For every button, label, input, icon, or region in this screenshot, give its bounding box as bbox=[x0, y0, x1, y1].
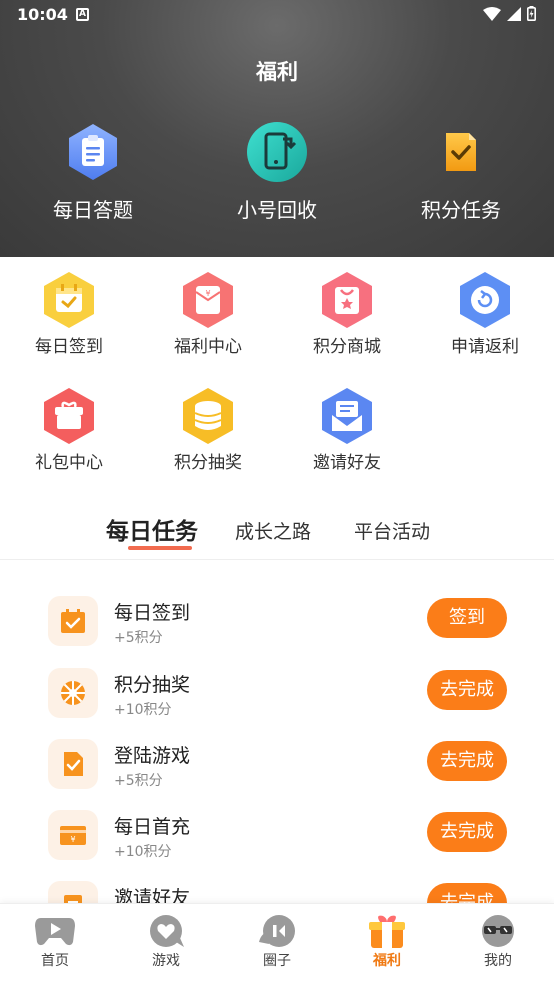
heart-bubble-icon bbox=[150, 915, 184, 947]
status-bar: 10:04 A bbox=[0, 0, 554, 30]
task-doc-icon bbox=[446, 133, 476, 171]
signal-icon bbox=[507, 6, 521, 21]
svg-text:¥: ¥ bbox=[205, 289, 210, 298]
task-reward: +10积分 bbox=[114, 702, 172, 718]
checkin-button[interactable]: 签到 bbox=[427, 598, 507, 638]
grid-item-apply-rebate[interactable]: 申请返利 bbox=[425, 270, 545, 357]
battery-icon bbox=[527, 6, 536, 21]
chat-circle-icon bbox=[259, 915, 295, 947]
task-reward: +5积分 bbox=[114, 773, 163, 789]
nav-mine[interactable]: 我的 bbox=[453, 914, 543, 970]
feature-points-tasks[interactable]: 积分任务 bbox=[386, 120, 536, 223]
gift-icon bbox=[369, 915, 405, 948]
grid-item-label: 每日签到 bbox=[35, 337, 103, 357]
calendar-check-icon bbox=[61, 609, 85, 633]
status-icons bbox=[483, 6, 536, 21]
feature-label: 积分任务 bbox=[421, 198, 501, 222]
red-envelope-icon: ¥ bbox=[183, 272, 233, 328]
nav-label: 福利 bbox=[373, 953, 401, 969]
sunglasses-face-icon bbox=[482, 915, 514, 947]
nav-community[interactable]: 圈子 bbox=[232, 914, 322, 970]
task-row: 每日签到 +5积分 签到 bbox=[0, 596, 554, 658]
go-complete-button[interactable]: 去完成 bbox=[427, 670, 507, 710]
feature-label: 每日答题 bbox=[53, 198, 133, 222]
grid-item-invite-friends[interactable]: 邀请好友 bbox=[287, 386, 407, 473]
tab-daily-tasks[interactable]: 每日任务 bbox=[106, 512, 198, 546]
page-title: 福利 bbox=[256, 60, 298, 84]
nav-label: 游戏 bbox=[152, 953, 180, 969]
task-row: 登陆游戏 +5积分 去完成 bbox=[0, 739, 554, 801]
task-icon-wrap bbox=[48, 739, 98, 789]
status-time: 10:04 bbox=[17, 5, 68, 24]
task-title: 登陆游戏 bbox=[114, 745, 191, 767]
task-title: 每日首充 bbox=[114, 816, 191, 838]
grid-item-daily-checkin[interactable]: 每日签到 bbox=[9, 270, 129, 357]
feature-label: 小号回收 bbox=[237, 198, 317, 222]
nav-home[interactable]: 首页 bbox=[10, 914, 100, 970]
shopping-bag-icon bbox=[322, 272, 372, 328]
refund-icon bbox=[460, 272, 510, 328]
grid-item-label: 申请返利 bbox=[451, 337, 519, 357]
recharge-card-icon: ¥ bbox=[60, 826, 86, 845]
wifi-icon bbox=[483, 6, 501, 21]
tab-active-indicator bbox=[128, 546, 192, 550]
clipboard-icon bbox=[69, 124, 117, 180]
grid-item-label: 邀请好友 bbox=[313, 453, 381, 473]
nav-label: 我的 bbox=[484, 953, 512, 969]
phone-recycle-icon bbox=[247, 122, 307, 182]
tab-platform-events[interactable]: 平台活动 bbox=[354, 517, 430, 544]
grid-item-label: 福利中心 bbox=[174, 337, 242, 357]
svg-text:¥: ¥ bbox=[70, 835, 75, 844]
notification-a-icon: A bbox=[76, 8, 89, 21]
task-row: ¥ 每日首充 +10积分 去完成 bbox=[0, 810, 554, 872]
nav-label: 首页 bbox=[41, 953, 69, 969]
grid-item-points-mall[interactable]: 积分商城 bbox=[287, 270, 407, 357]
grid-item-points-lottery[interactable]: 积分抽奖 bbox=[148, 386, 268, 473]
nav-games[interactable]: 游戏 bbox=[121, 914, 211, 970]
task-icon-wrap bbox=[48, 596, 98, 646]
grid-item-label: 积分商城 bbox=[313, 337, 381, 357]
task-title: 每日签到 bbox=[114, 602, 191, 624]
task-icon-wrap: ¥ bbox=[48, 810, 98, 860]
doc-check-icon bbox=[64, 752, 83, 776]
invite-mail-icon bbox=[322, 388, 372, 444]
feature-daily-quiz[interactable]: 每日答题 bbox=[18, 120, 168, 223]
grid-item-label: 礼包中心 bbox=[35, 453, 103, 473]
grid-item-welfare-center[interactable]: ¥ 福利中心 bbox=[148, 270, 268, 357]
gift-box-icon bbox=[44, 388, 94, 444]
feature-account-recycle[interactable]: 小号回收 bbox=[202, 120, 352, 223]
nav-label: 圈子 bbox=[263, 953, 291, 969]
gamepad-icon bbox=[35, 918, 75, 946]
task-row: 积分抽奖 +10积分 去完成 bbox=[0, 668, 554, 730]
header: 10:04 A 福利 每日答题 小号回收 积分任务 bbox=[0, 0, 554, 257]
grid-item-label: 积分抽奖 bbox=[174, 453, 242, 473]
go-complete-button[interactable]: 去完成 bbox=[427, 741, 507, 781]
grid-item-gift-center[interactable]: 礼包中心 bbox=[9, 386, 129, 473]
task-reward: +10积分 bbox=[114, 844, 172, 860]
tab-growth-path[interactable]: 成长之路 bbox=[235, 517, 311, 544]
lottery-wheel-icon bbox=[61, 681, 85, 705]
coin-stack-icon bbox=[183, 388, 233, 444]
calendar-icon bbox=[44, 272, 94, 328]
task-icon-wrap bbox=[48, 668, 98, 718]
go-complete-button[interactable]: 去完成 bbox=[427, 812, 507, 852]
bottom-nav: 首页 游戏 圈子 福利 我的 bbox=[0, 903, 554, 984]
nav-welfare[interactable]: 福利 bbox=[342, 914, 432, 970]
task-tabs: 每日任务 成长之路 平台活动 bbox=[0, 508, 554, 560]
task-title: 积分抽奖 bbox=[114, 674, 191, 696]
task-reward: +5积分 bbox=[114, 630, 163, 646]
